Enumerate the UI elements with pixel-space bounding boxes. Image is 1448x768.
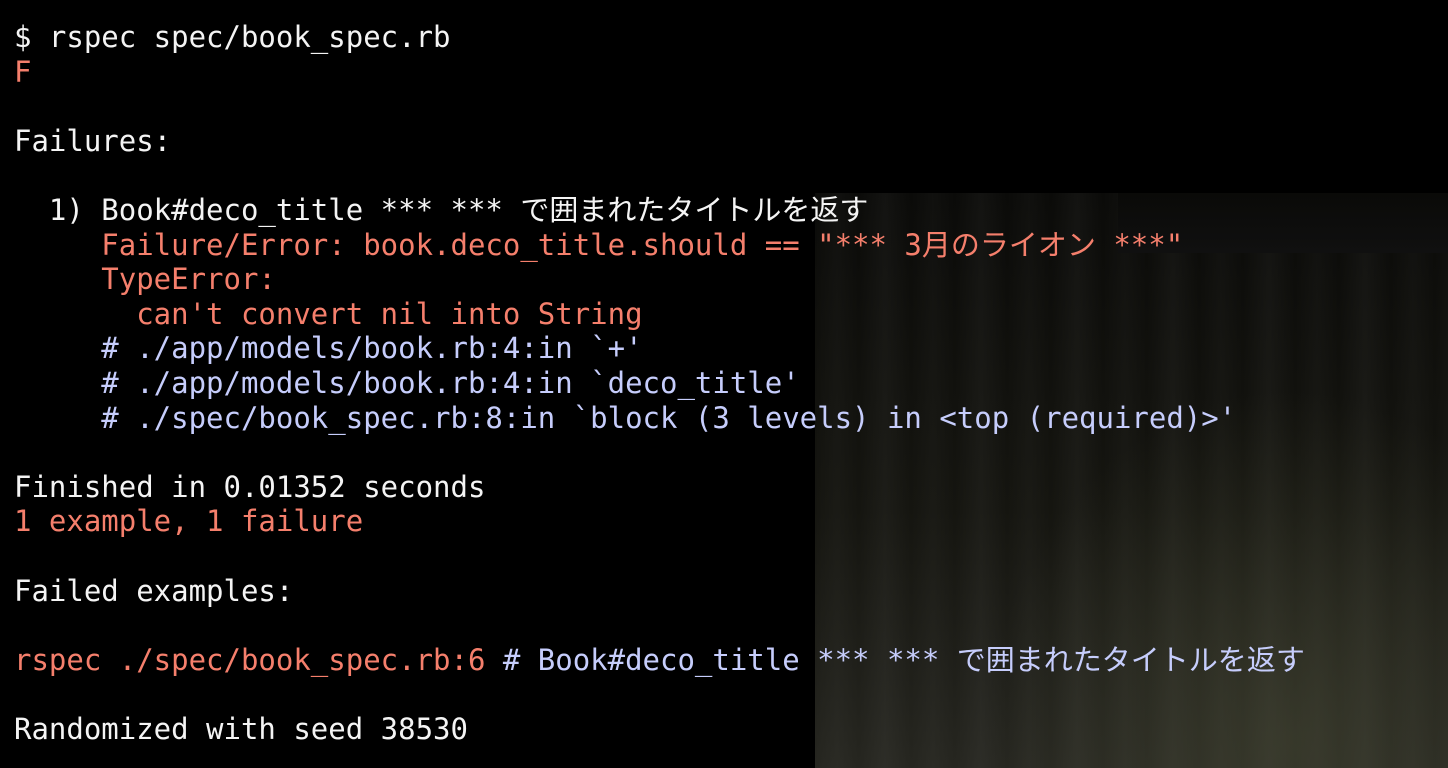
- terminal-text-segment: Finished in 0.01352 seconds: [14, 469, 486, 504]
- terminal-line: rspec ./spec/book_spec.rb:6 # Book#deco_…: [14, 643, 1305, 678]
- terminal-line: Failed examples:: [14, 574, 1305, 609]
- terminal-line: # ./app/models/book.rb:4:in `+': [14, 331, 1305, 366]
- terminal-line: Finished in 0.01352 seconds: [14, 470, 1305, 505]
- terminal-text-segment: rspec ./spec/book_spec.rb:6: [14, 642, 486, 677]
- terminal-line: # ./spec/book_spec.rb:8:in `block (3 lev…: [14, 401, 1305, 436]
- terminal-text-segment: Failed examples:: [14, 573, 294, 608]
- terminal-window[interactable]: $ rspec spec/book_spec.rb F Failures: 1) B…: [0, 0, 1448, 768]
- terminal-line: 1) Book#deco_title *** *** で囲まれたタイトルを返す: [14, 193, 1305, 228]
- terminal-line: # ./app/models/book.rb:4:in `deco_title': [14, 366, 1305, 401]
- terminal-line: $ rspec spec/book_spec.rb: [14, 20, 1305, 55]
- terminal-line: F: [14, 55, 1305, 90]
- terminal-text-segment: # Book#deco_title *** *** で囲まれたタイトルを返す: [485, 642, 1305, 677]
- terminal-line: can't convert nil into String: [14, 297, 1305, 332]
- terminal-line: Randomized with seed 38530: [14, 712, 1305, 747]
- terminal-text-segment: Failures:: [14, 123, 172, 158]
- terminal-text-segment: can't convert nil into String: [14, 296, 643, 331]
- terminal-line: TypeError:: [14, 262, 1305, 297]
- terminal-text-segment: # ./spec/book_spec.rb:8:in `block (3 lev…: [14, 400, 1237, 435]
- terminal-text-segment: 1) Book#deco_title *** *** で囲まれたタイトルを返す: [14, 192, 869, 227]
- terminal-text-segment: # ./app/models/book.rb:4:in `deco_title': [14, 365, 800, 400]
- terminal-text-segment: Failure/Error: book.deco_title.should ==…: [14, 227, 1184, 262]
- terminal-text-segment: # ./app/models/book.rb:4:in `+': [14, 331, 643, 366]
- terminal-output: $ rspec spec/book_spec.rb F Failures: 1) B…: [14, 20, 1305, 746]
- terminal-text-segment: $ rspec spec/book_spec.rb: [14, 20, 451, 54]
- terminal-line: Failures:: [14, 124, 1305, 159]
- terminal-line: Failure/Error: book.deco_title.should ==…: [14, 228, 1305, 263]
- terminal-text-segment: 1 example, 1 failure: [14, 504, 364, 539]
- terminal-text-segment: F: [14, 54, 32, 89]
- terminal-text-segment: Randomized with seed 38530: [14, 711, 468, 746]
- terminal-text-segment: TypeError:: [14, 262, 276, 297]
- terminal-line: 1 example, 1 failure: [14, 504, 1305, 539]
